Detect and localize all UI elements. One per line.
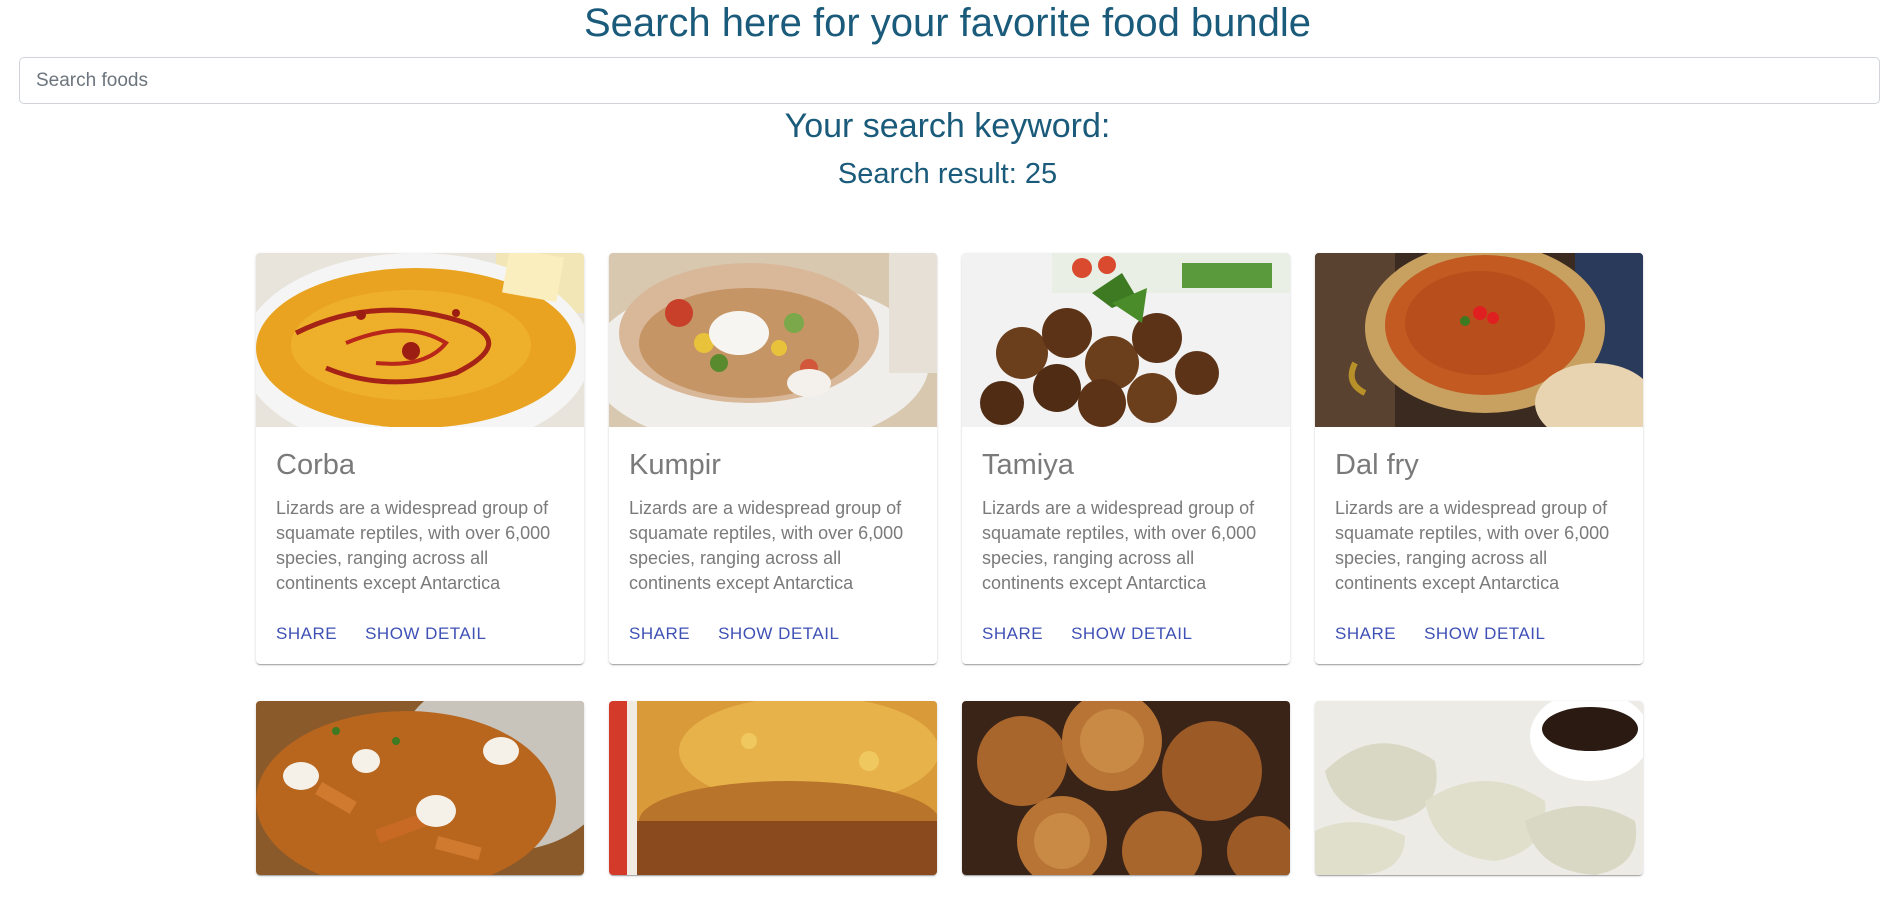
food-card (1315, 701, 1643, 875)
search-result-count: Search result: 25 (837, 158, 1058, 190)
card-title: Dal fry (1335, 449, 1419, 481)
share-button[interactable]: SHARE (276, 624, 337, 644)
show-detail-button[interactable]: SHOW DETAIL (718, 624, 839, 644)
share-button[interactable]: SHARE (629, 624, 690, 644)
dal-curry-image (1315, 253, 1643, 427)
card-title: Kumpir (629, 449, 721, 481)
show-detail-button[interactable]: SHOW DETAIL (1071, 624, 1192, 644)
food-card-dal-fry: Dal fry Lizards are a widespread group o… (1315, 253, 1643, 664)
food-card-kumpir: Kumpir Lizards are a widespread group of… (609, 253, 937, 664)
page-title: Search here for your favorite food bundl… (583, 1, 1312, 45)
search-input[interactable] (19, 57, 1880, 104)
card-description: Lizards are a widespread group of squama… (629, 498, 904, 593)
food-card-tamiya: Tamiya Lizards are a widespread group of… (962, 253, 1290, 664)
fried-dough-image (962, 701, 1290, 875)
share-button[interactable]: SHARE (1335, 624, 1396, 644)
show-detail-button[interactable]: SHOW DETAIL (365, 624, 486, 644)
card-title: Tamiya (982, 449, 1074, 481)
food-card-corba: Corba Lizards are a widespread group of … (256, 253, 584, 664)
share-button[interactable]: SHARE (982, 624, 1043, 644)
card-description: Lizards are a widespread group of squama… (1335, 498, 1610, 593)
poutine-image (256, 701, 584, 875)
food-card (609, 701, 937, 875)
lentil-soup-image (256, 253, 584, 427)
card-description: Lizards are a widespread group of squama… (276, 498, 551, 593)
falafel-image (962, 253, 1290, 427)
food-card (256, 701, 584, 875)
search-keyword-heading: Your search keyword: (784, 107, 1111, 145)
dumplings-image (1315, 701, 1643, 875)
food-card (962, 701, 1290, 875)
show-detail-button[interactable]: SHOW DETAIL (1424, 624, 1545, 644)
lasagna-image (609, 701, 937, 875)
card-description: Lizards are a widespread group of squama… (982, 498, 1257, 593)
stuffed-potato-image (609, 253, 937, 427)
card-title: Corba (276, 449, 355, 481)
